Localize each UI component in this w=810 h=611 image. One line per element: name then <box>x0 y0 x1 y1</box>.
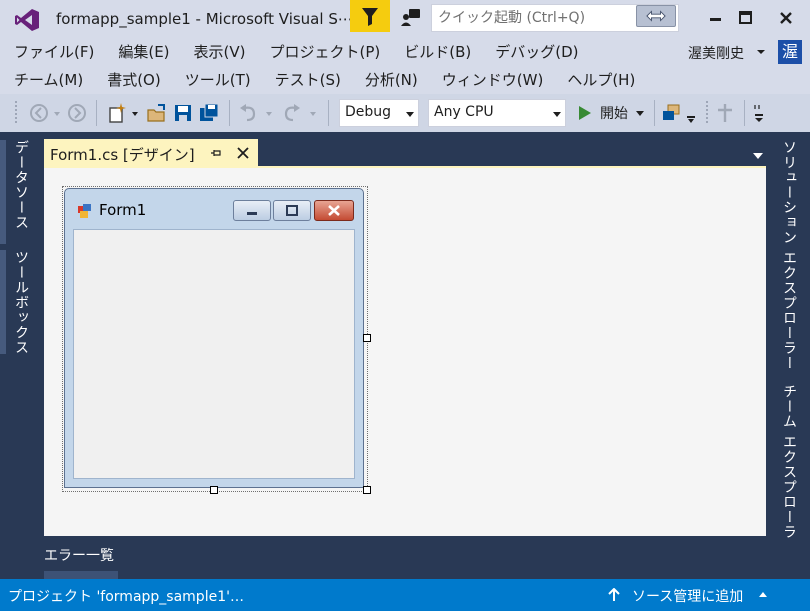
form-minimize-button <box>233 200 271 221</box>
menu-edit[interactable]: 編集(E) <box>118 38 169 66</box>
toolbar-options-chevron-down-icon[interactable] <box>752 102 766 124</box>
chevron-down-icon <box>636 111 644 116</box>
menu-bar: ファイル(F) 編集(E) 表示(V) プロジェクト(P) ビルド(B) デバッ… <box>0 38 810 94</box>
tab-form1-designer[interactable]: Form1.cs [デザイン] <box>44 139 258 167</box>
open-file-icon[interactable] <box>146 102 168 124</box>
new-item-dropdown-chevron-down-icon[interactable] <box>130 102 140 124</box>
window-title: formapp_sample1 - Microsoft Visual S⋯ <box>56 10 353 28</box>
menu-test[interactable]: テスト(S) <box>275 66 341 94</box>
add-to-source-control-button[interactable]: ソース管理に追加 <box>632 586 743 606</box>
form-client-area[interactable] <box>73 229 355 479</box>
team-explorer-tab[interactable]: チーム エクスプローラ <box>779 384 799 539</box>
menu-debug[interactable]: デバッグ(D) <box>495 38 578 66</box>
chevron-up-icon[interactable] <box>758 591 768 599</box>
navigate-back-icon[interactable] <box>28 102 50 124</box>
toolbox-tab[interactable]: ツールボックス <box>11 250 31 355</box>
solution-platform-select[interactable]: Any CPU <box>428 99 566 127</box>
form1-window[interactable]: Form1 <box>64 188 364 488</box>
new-project-icon[interactable] <box>106 102 128 124</box>
toolbar-overflow-chevron-down-icon[interactable] <box>686 102 696 124</box>
solution-explorer-tab[interactable]: ソリューション エクスプローラー <box>779 140 799 370</box>
form-title: Form1 <box>99 201 147 219</box>
title-bar: formapp_sample1 - Microsoft Visual S⋯ <box>0 0 810 38</box>
chevron-down-icon <box>553 112 561 117</box>
solution-configuration-select[interactable]: Debug <box>339 99 419 127</box>
form-maximize-button <box>273 200 311 221</box>
menu-row-main: ファイル(F) 編集(E) 表示(V) プロジェクト(P) ビルド(B) デバッ… <box>0 38 579 66</box>
menu-help[interactable]: ヘルプ(H) <box>567 66 635 94</box>
navigate-forward-icon[interactable] <box>66 102 88 124</box>
pin-icon[interactable] <box>210 147 222 159</box>
data-sources-tab[interactable]: データソース <box>11 140 31 230</box>
standard-toolbar: Debug Any CPU 開始 <box>0 94 810 132</box>
menu-team[interactable]: チーム(M) <box>14 66 83 94</box>
menu-tools[interactable]: ツール(T) <box>185 66 251 94</box>
toolbar-separator <box>744 100 745 126</box>
redo-dropdown-chevron-down-icon[interactable] <box>308 102 318 124</box>
close-tab-icon[interactable] <box>236 146 250 160</box>
toolbar-separator <box>654 100 655 126</box>
undo-dropdown-chevron-down-icon[interactable] <box>264 102 274 124</box>
undo-icon[interactable] <box>238 102 260 124</box>
tab-list-chevron-down-icon[interactable] <box>752 152 764 160</box>
maximize-icon <box>286 205 298 216</box>
start-debugging-button[interactable]: 開始 <box>574 99 650 127</box>
menu-file[interactable]: ファイル(F) <box>14 38 94 66</box>
chevron-down-icon[interactable] <box>756 48 766 56</box>
form-app-icon <box>78 204 91 218</box>
redo-icon[interactable] <box>280 102 302 124</box>
status-bar: プロジェクト 'formapp_sample1'… ソース管理に追加 <box>0 579 810 611</box>
error-list-tab[interactable]: エラー一覧 <box>44 545 114 565</box>
status-message: プロジェクト 'formapp_sample1'… <box>8 589 244 605</box>
menu-view[interactable]: 表示(V) <box>194 38 246 66</box>
toolbar-separator <box>229 100 230 126</box>
swap-arrows-icon <box>646 10 666 22</box>
layout-tool-icon[interactable] <box>714 102 736 124</box>
menu-format[interactable]: 書式(O) <box>107 66 161 94</box>
resize-handle-bottom-right[interactable] <box>363 486 371 494</box>
tab-label: Form1.cs [デザイン] <box>50 146 195 164</box>
quick-launch-box[interactable] <box>431 4 679 32</box>
menu-window[interactable]: ウィンドウ(W) <box>442 66 544 94</box>
toolbar-separator <box>96 100 97 126</box>
menu-project[interactable]: プロジェクト(P) <box>270 38 381 66</box>
toolbar-grip-icon[interactable] <box>705 100 709 126</box>
maximize-button[interactable] <box>730 4 760 32</box>
menu-build[interactable]: ビルド(B) <box>404 38 471 66</box>
toolbar-grip-icon[interactable] <box>14 100 18 126</box>
minimize-icon <box>247 212 257 215</box>
search-scope-toggle[interactable] <box>636 5 676 27</box>
start-button-label: 開始 <box>600 106 628 122</box>
save-all-icon[interactable] <box>198 102 220 124</box>
feedback-icon[interactable] <box>400 6 422 28</box>
toolbar-separator <box>328 100 329 126</box>
menu-row-secondary: チーム(M) 書式(O) ツール(T) テスト(S) 分析(N) ウィンドウ(W… <box>0 66 635 94</box>
visual-studio-logo-icon[interactable] <box>14 8 40 32</box>
resize-handle-right[interactable] <box>363 334 371 342</box>
rail-tab-indicator <box>0 250 6 354</box>
chevron-down-icon <box>406 112 414 117</box>
error-list-tab-indicator <box>44 571 118 579</box>
funnel-icon <box>362 8 378 26</box>
back-dropdown-chevron-down-icon[interactable] <box>52 102 62 124</box>
find-in-files-icon[interactable] <box>660 102 682 124</box>
play-icon <box>579 106 591 120</box>
notification-filter-button[interactable] <box>350 0 390 32</box>
quick-launch-input[interactable] <box>432 5 632 31</box>
save-icon[interactable] <box>172 102 194 124</box>
close-icon <box>328 205 340 216</box>
rail-tab-indicator <box>0 140 6 244</box>
avatar[interactable]: 渥 <box>778 40 802 64</box>
menu-analyze[interactable]: 分析(N) <box>365 66 418 94</box>
resize-handle-bottom[interactable] <box>210 486 218 494</box>
user-name[interactable]: 渥美剛史 <box>688 43 744 63</box>
form-close-button <box>314 200 354 221</box>
close-window-button[interactable] <box>771 4 801 32</box>
platform-value: Any CPU <box>434 104 494 120</box>
left-tool-window-rail: データソース ツールボックス <box>0 132 38 579</box>
arrow-up-icon[interactable] <box>607 588 621 602</box>
configuration-value: Debug <box>345 104 392 120</box>
right-tool-window-rail: ソリューション エクスプローラー チーム エクスプローラ <box>772 132 810 579</box>
